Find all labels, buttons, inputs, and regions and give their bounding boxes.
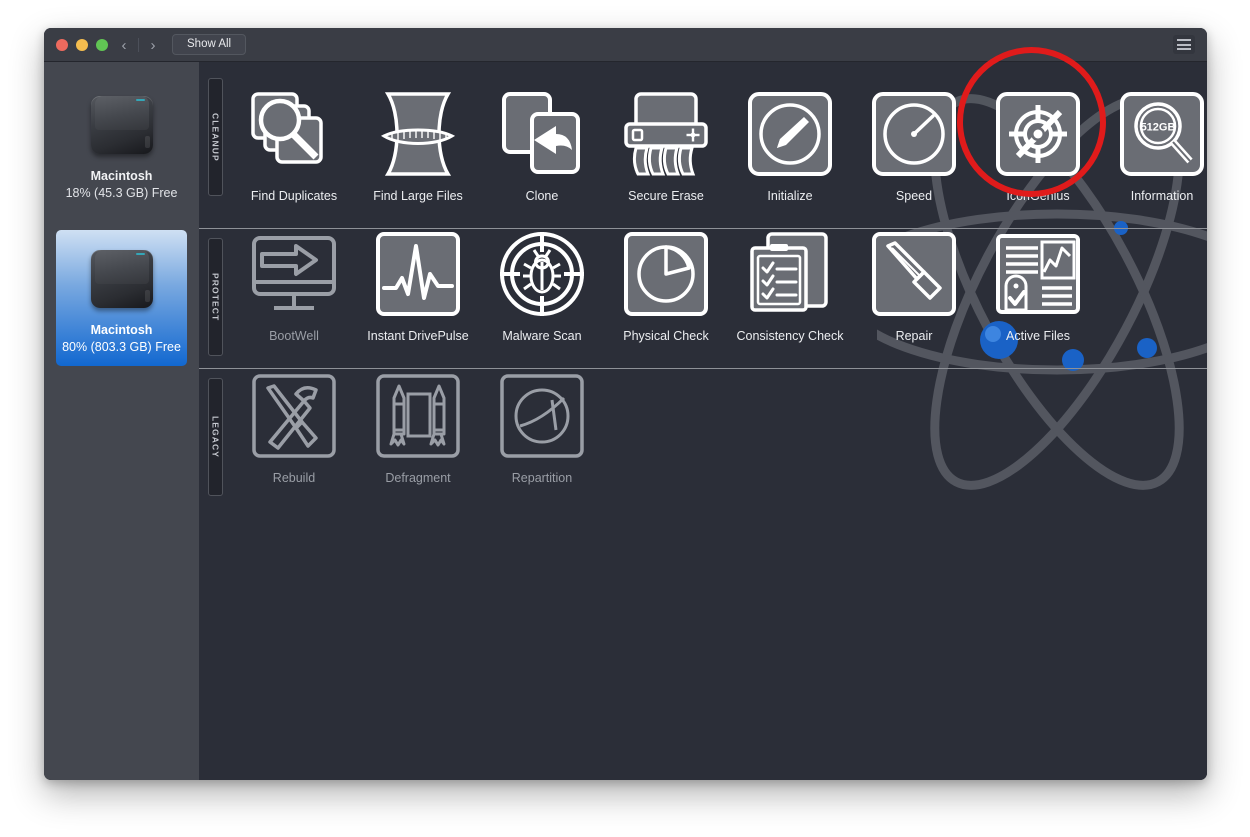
category-label: PROTECT	[210, 272, 221, 322]
tool-label: Active Files	[1006, 329, 1070, 343]
pulse-waveform-icon	[370, 226, 466, 322]
tool-find-large-files[interactable]: Find Large Files	[357, 86, 479, 204]
tool-label: Find Large Files	[373, 189, 463, 203]
sidebar-disk-1[interactable]: Macintosh 80% (803.3 GB) Free	[56, 230, 187, 366]
tool-label: Secure Erase	[628, 189, 704, 203]
disk-name: Macintosh	[90, 323, 153, 337]
tool-speed[interactable]: Speed	[853, 86, 975, 204]
tool-physical-check[interactable]: Physical Check	[605, 226, 727, 344]
tool-label: Initialize	[767, 189, 813, 203]
forward-button[interactable]: ›	[139, 34, 167, 56]
tool-information[interactable]: 512GB Information	[1101, 86, 1207, 204]
bug-crosshair-icon	[494, 226, 590, 322]
back-button[interactable]: ‹	[110, 34, 138, 56]
list-line	[1177, 39, 1191, 41]
tool-label: Repartition	[511, 471, 573, 485]
show-all-button[interactable]: Show All	[172, 34, 247, 55]
disk-sidebar: Macintosh 18% (45.3 GB) Free Macintosh 8…	[44, 62, 199, 780]
report-tag-icon	[990, 226, 1086, 322]
tool-label: Consistency Check	[736, 329, 844, 343]
screenshot-root: ‹ › Show All Macintosh 18% (45.3 GB) Fre…	[0, 0, 1250, 837]
tool-label: BootWell	[269, 329, 319, 343]
pencil-circle-icon	[742, 86, 838, 182]
tool-secure-erase[interactable]: Secure Erase	[605, 86, 727, 204]
find-duplicates-icon	[246, 86, 342, 182]
tool-repartition[interactable]: Repartition	[481, 368, 603, 486]
screwdriver-icon	[866, 226, 962, 322]
tool-rebuild[interactable]: Rebuild	[233, 368, 355, 486]
disk-name: Macintosh	[90, 169, 153, 183]
tool-label: Clone	[525, 189, 559, 203]
monitor-arrow-icon	[246, 226, 342, 322]
gauge-icon	[866, 86, 962, 182]
clone-icon	[494, 86, 590, 182]
tool-find-duplicates[interactable]: Find Duplicates	[233, 86, 355, 204]
category-tab-cleanup[interactable]: CLEANUP	[208, 78, 223, 196]
tool-initialize[interactable]: Initialize	[729, 86, 851, 204]
tool-clone[interactable]: Clone	[481, 86, 603, 204]
hard-drive-icon	[85, 88, 159, 162]
partition-circle-icon	[494, 368, 590, 464]
tool-label: Rebuild	[272, 471, 316, 485]
app-window: ‹ › Show All Macintosh 18% (45.3 GB) Fre…	[44, 28, 1207, 780]
measuring-tape-icon	[370, 86, 466, 182]
target-crosshair-icon	[990, 86, 1086, 182]
magnifier-capacity-icon: 512GB	[1114, 86, 1207, 182]
zoom-button[interactable]	[96, 39, 108, 51]
tool-instant-drivepulse[interactable]: Instant DrivePulse	[357, 226, 479, 344]
sidebar-disk-0[interactable]: Macintosh 18% (45.3 GB) Free	[56, 76, 187, 212]
tool-label: Information	[1130, 189, 1194, 203]
list-view-icon[interactable]	[1173, 35, 1195, 54]
tool-label: Malware Scan	[502, 329, 582, 343]
tool-label: Repair	[895, 329, 933, 343]
nav-buttons: ‹ ›	[110, 34, 167, 56]
hard-drive-icon	[85, 242, 159, 316]
list-line	[1177, 43, 1191, 46]
disk-free-space: 18% (45.3 GB) Free	[65, 186, 178, 200]
tool-label: Speed	[895, 189, 933, 203]
tool-label: Instant DrivePulse	[367, 329, 469, 343]
tool-bootwell[interactable]: BootWell	[233, 226, 355, 344]
tool-label: IconGenius	[1006, 189, 1070, 203]
category-tab-protect[interactable]: PROTECT	[208, 238, 223, 356]
close-button[interactable]	[56, 39, 68, 51]
tools-content: CLEANUP Find Duplicates Find Large Files…	[199, 62, 1207, 780]
disk-free-space: 80% (803.3 GB) Free	[62, 340, 181, 354]
tool-label: Find Duplicates	[250, 189, 338, 203]
traffic-lights	[56, 39, 108, 51]
tool-consistency-check[interactable]: Consistency Check	[729, 226, 851, 344]
hammer-screwdriver-icon	[246, 368, 342, 464]
category-label: CLEANUP	[210, 112, 221, 162]
tool-defragment[interactable]: Defragment	[357, 368, 479, 486]
category-label: LEGACY	[210, 415, 221, 459]
rockets-icon	[370, 368, 466, 464]
pie-chart-icon	[618, 226, 714, 322]
minimize-button[interactable]	[76, 39, 88, 51]
tool-label: Physical Check	[623, 329, 709, 343]
checklist-icon	[742, 226, 838, 322]
tool-repair[interactable]: Repair	[853, 226, 975, 344]
capacity-text: 512GB	[1141, 122, 1176, 134]
tool-active-files[interactable]: Active Files	[977, 226, 1099, 344]
shredder-icon	[618, 86, 714, 182]
tool-malware-scan[interactable]: Malware Scan	[481, 226, 603, 344]
tool-icongenius[interactable]: IconGenius	[977, 86, 1099, 204]
tool-label: Defragment	[385, 471, 451, 485]
list-line	[1177, 48, 1191, 50]
window-titlebar: ‹ › Show All	[44, 28, 1207, 62]
category-tab-legacy[interactable]: LEGACY	[208, 378, 223, 496]
